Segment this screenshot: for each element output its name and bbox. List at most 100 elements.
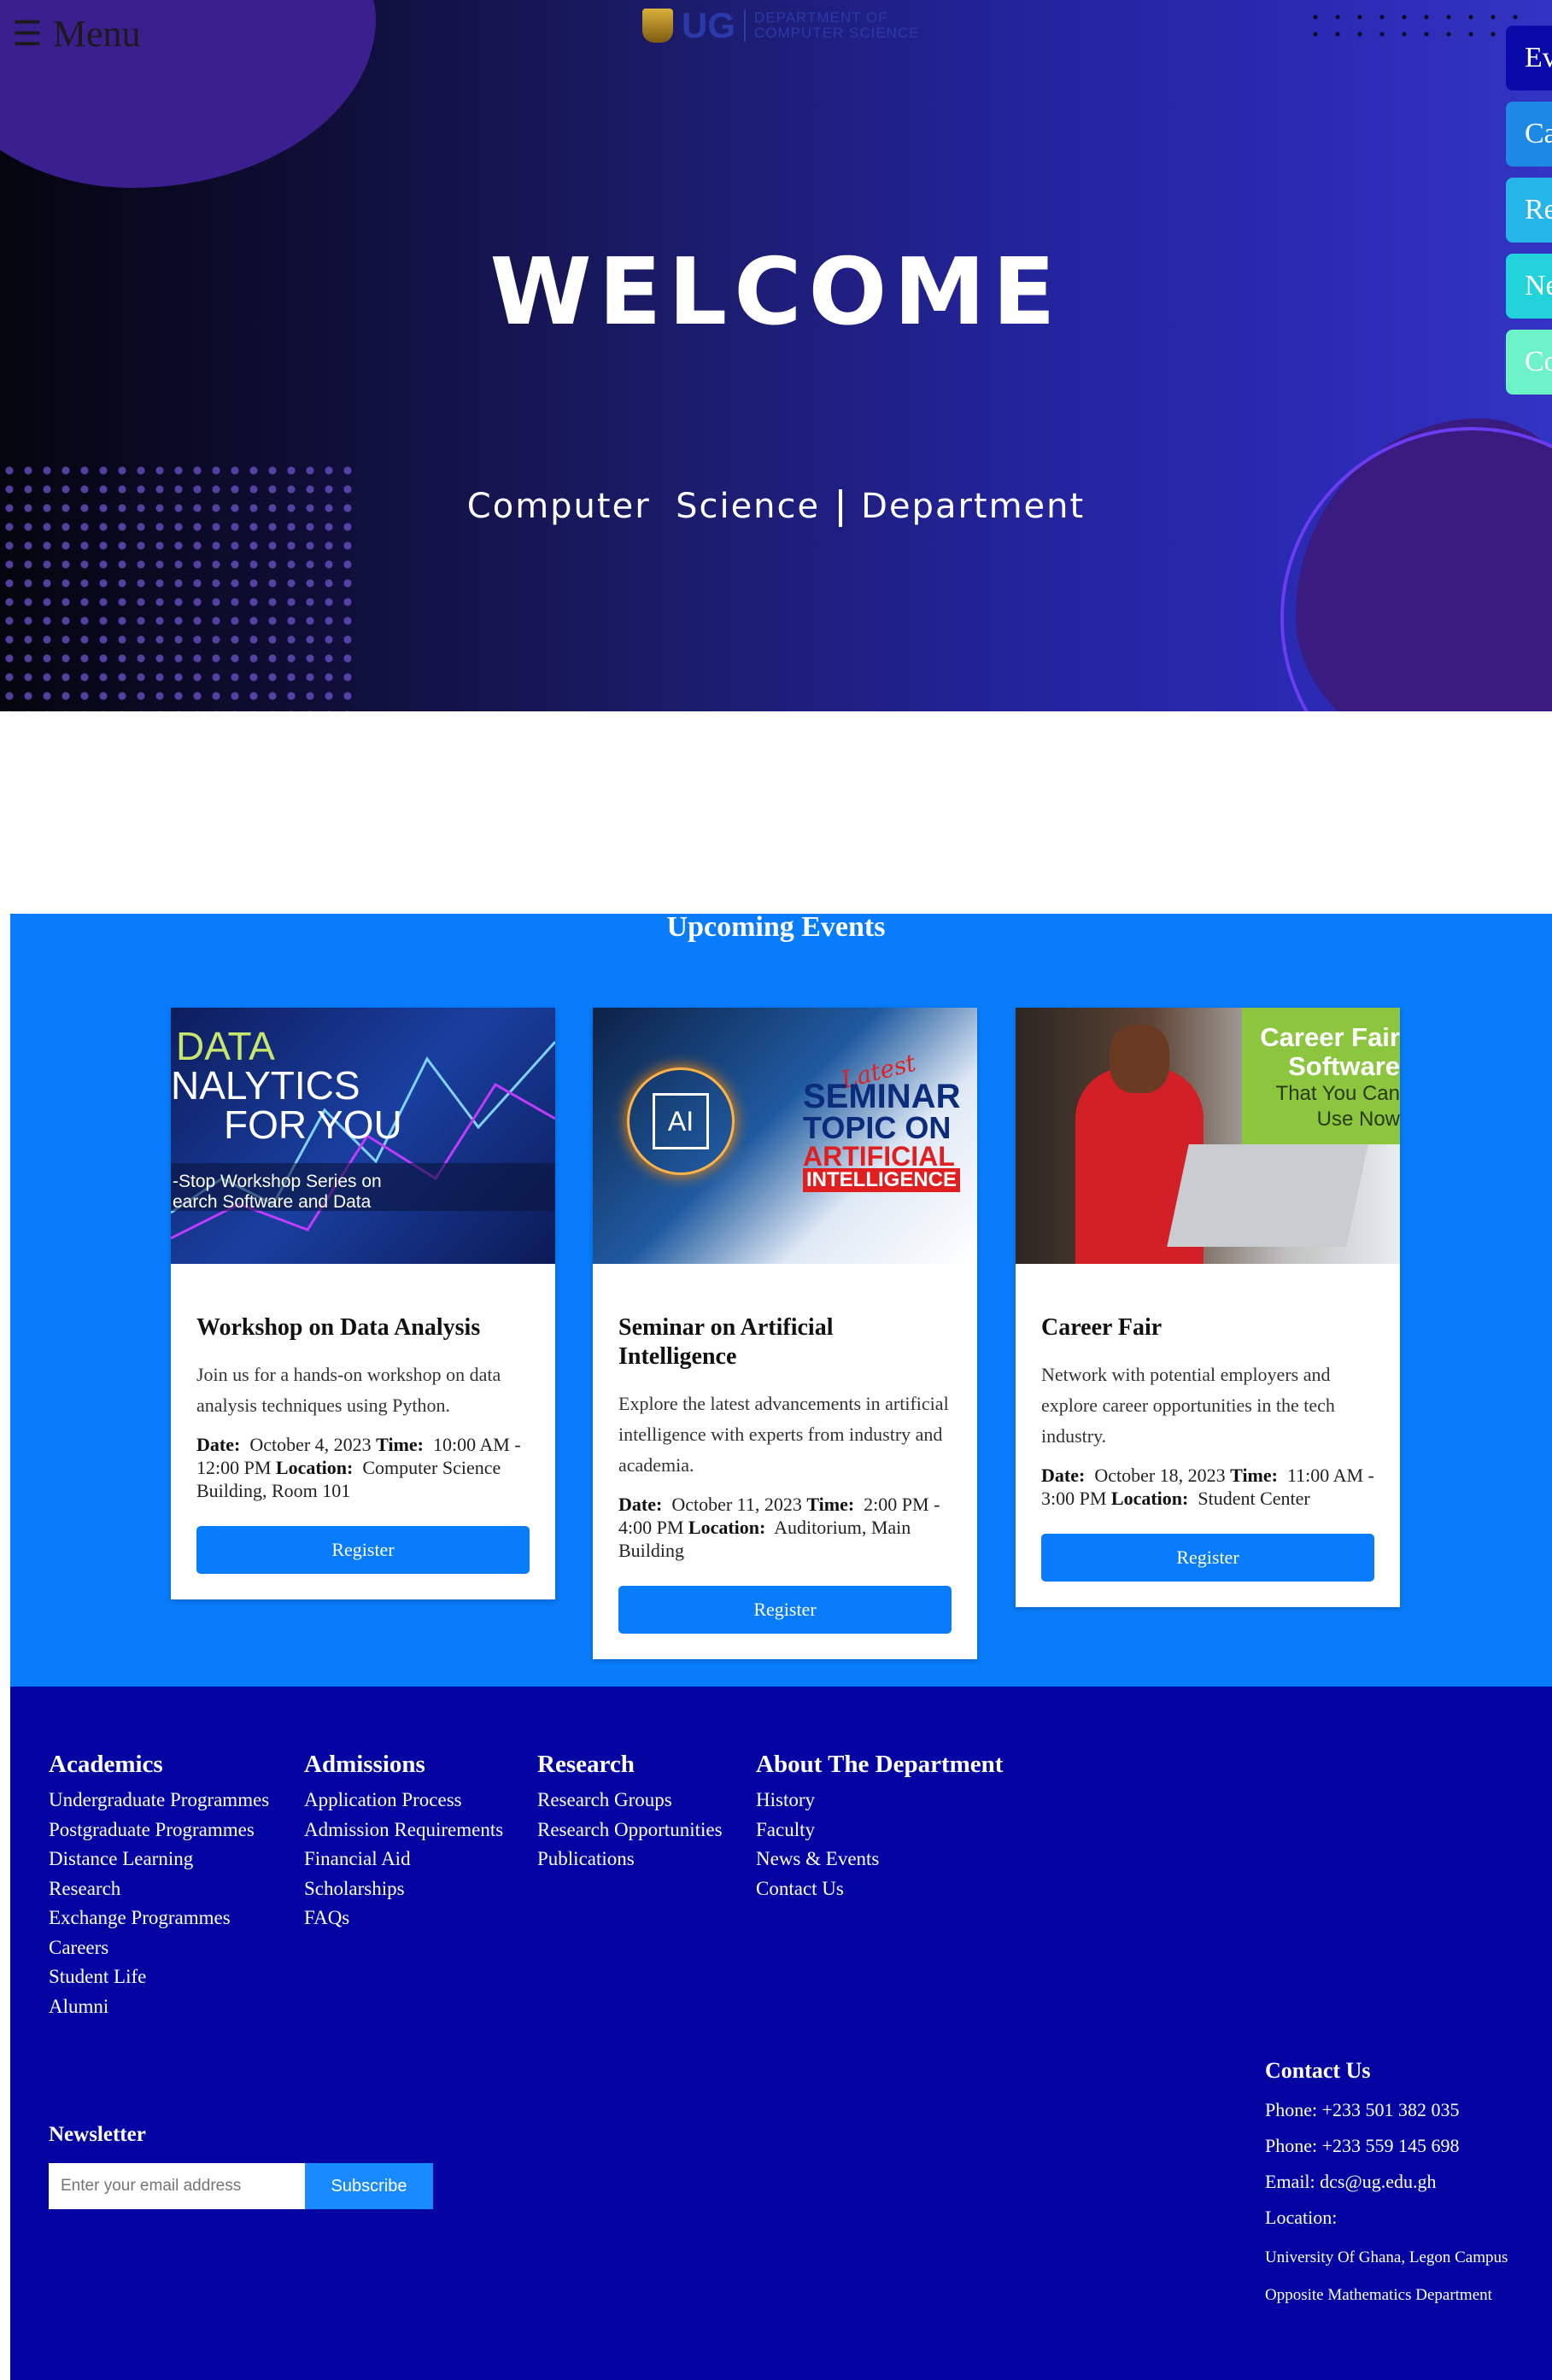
footer-link[interactable]: Student Life (49, 1962, 269, 1992)
register-button[interactable]: Register (196, 1526, 530, 1574)
footer-link[interactable]: Financial Aid (304, 1845, 503, 1874)
image-text-data: DATA (176, 1024, 275, 1068)
image-text-for-you: FOR YOU (224, 1102, 402, 1147)
side-tab-research[interactable]: Re (1506, 178, 1552, 243)
event-meta: Date: October 11, 2023 Time: 2:00 PM - 4… (618, 1493, 952, 1562)
footer-contact: Contact Us Phone: +233 501 382 035 Phone… (1265, 2058, 1538, 2306)
subscribe-button[interactable]: Subscribe (305, 2163, 433, 2209)
side-nav-tabs: Ev Ca Re Ne Co (1506, 26, 1552, 406)
contact-title: Contact Us (1265, 2058, 1371, 2083)
event-card: Career Fair Software That You Can Use No… (1016, 1008, 1400, 1607)
side-tab-events[interactable]: Ev (1506, 26, 1552, 91)
footer-link[interactable]: Distance Learning (49, 1845, 269, 1874)
date-label: Date: (618, 1494, 663, 1515)
time-label: Time: (1230, 1465, 1278, 1486)
event-date: October 4, 2023 (249, 1434, 372, 1455)
logo-dept-text: DEPARTMENT OF COMPUTER SCIENCE (754, 10, 920, 41)
footer-link[interactable]: History (756, 1786, 1003, 1816)
footer-link[interactable]: Research Opportunities (537, 1816, 723, 1845)
footer-link[interactable]: Research (49, 1874, 269, 1904)
footer-link[interactable]: News & Events (756, 1845, 1003, 1874)
newsletter-title: Newsletter (49, 2123, 146, 2146)
contact-address-1: University Of Ghana, Legon Campus (1265, 2248, 1508, 2266)
footer-link[interactable]: Postgraduate Programmes (49, 1816, 269, 1845)
events-heading: Upcoming Events (666, 911, 886, 943)
event-location: Student Center (1198, 1488, 1310, 1509)
image-text-intelligence: INTELLIGENCE (803, 1168, 961, 1192)
logo-dept-line1: DEPARTMENT OF (754, 9, 888, 26)
event-title: Seminar on Artificial Intelligence (618, 1314, 834, 1370)
hero-subtitle-right: Department (861, 487, 1086, 526)
menu-button[interactable]: ☰ Menu (12, 12, 141, 56)
event-description: Join us for a hands-on workshop on data … (196, 1364, 501, 1416)
event-image-data-analytics: DATA NALYTICS FOR YOU -Stop Workshop Ser… (171, 1008, 555, 1264)
image-text-career-fair: Career Fair Software (1243, 1023, 1400, 1081)
event-description: Network with potential employers and exp… (1041, 1364, 1335, 1447)
footer-link[interactable]: Publications (537, 1845, 723, 1874)
footer-link[interactable]: Research Groups (537, 1786, 723, 1816)
menu-label: Menu (52, 13, 141, 55)
side-tab-news[interactable]: Ne (1506, 254, 1552, 319)
decorative-dots (1304, 9, 1518, 43)
location-label: Location: (1110, 1488, 1189, 1509)
newsletter-email-input[interactable] (49, 2163, 305, 2209)
event-card: DATA NALYTICS FOR YOU -Stop Workshop Ser… (171, 1008, 555, 1599)
image-text-analytics: NALYTICS (171, 1063, 360, 1108)
time-label: Time: (806, 1494, 855, 1515)
event-description: Explore the latest advancements in artif… (618, 1393, 949, 1476)
department-logo[interactable]: UG DEPARTMENT OF COMPUTER SCIENCE (642, 5, 920, 46)
side-tab-careers[interactable]: Ca (1506, 102, 1552, 167)
event-date: October 11, 2023 (671, 1494, 802, 1515)
footer-link[interactable]: Admission Requirements (304, 1816, 503, 1845)
logo-divider (744, 9, 746, 42)
event-image-ai-seminar: AI Latest SEMINAR TOPIC ON ARTIFICIAL IN… (593, 1008, 977, 1264)
event-image-career-fair: Career Fair Software That You Can Use No… (1016, 1008, 1400, 1264)
footer-link[interactable]: Alumni (49, 1992, 269, 2022)
contact-phone-1: Phone: +233 501 382 035 (1265, 2099, 1460, 2120)
contact-address-2: Opposite Mathematics Department (1265, 2286, 1492, 2304)
logo-dept-line2: COMPUTER SCIENCE (754, 25, 920, 41)
hero-banner (0, 0, 1552, 711)
hero-title: WELCOME (489, 239, 1063, 346)
side-tab-contact[interactable]: Co (1506, 330, 1552, 395)
contact-location-label: Location: (1265, 2207, 1338, 2228)
image-caption: -Stop Workshop Series on earch Software … (173, 1172, 382, 1212)
image-text-line: That You Can (1275, 1082, 1400, 1105)
footer-link[interactable]: Faculty (756, 1816, 1003, 1845)
location-label: Location: (688, 1517, 766, 1538)
logo-ug-text: UG (682, 5, 735, 45)
footer-column-academics: Academics Undergraduate Programmes Postg… (49, 1751, 269, 2021)
date-label: Date: (1041, 1465, 1086, 1486)
register-button[interactable]: Register (618, 1586, 952, 1634)
location-label: Location: (275, 1457, 354, 1478)
image-text-line: Software (1288, 1051, 1400, 1081)
image-text-tagline: That You Can Use Now (1243, 1081, 1400, 1132)
university-crest-icon (642, 9, 673, 43)
hamburger-icon: ☰ (12, 15, 43, 53)
ai-chip-icon: AI (653, 1093, 709, 1149)
decorative-ring (1280, 427, 1552, 711)
subtitle-divider (839, 489, 843, 527)
footer-column-about: About The Department History Faculty New… (756, 1751, 1003, 1903)
hero-subtitle: Computer Science Department (0, 487, 1552, 527)
footer-link[interactable]: Application Process (304, 1786, 503, 1816)
event-title: Workshop on Data Analysis (196, 1314, 481, 1341)
footer-link[interactable]: Contact Us (756, 1874, 1003, 1904)
time-label: Time: (376, 1434, 424, 1455)
image-text-line: Use Now (1316, 1108, 1400, 1131)
footer-column-research: Research Research Groups Research Opport… (537, 1751, 723, 1874)
event-meta: Date: October 18, 2023 Time: 11:00 AM - … (1041, 1464, 1374, 1510)
footer-link[interactable]: Undergraduate Programmes (49, 1786, 269, 1816)
event-card: AI Latest SEMINAR TOPIC ON ARTIFICIAL IN… (593, 1008, 977, 1659)
footer-column-title: Research (537, 1751, 635, 1778)
footer-column-admissions: Admissions Application Process Admission… (304, 1751, 503, 1933)
event-meta: Date: October 4, 2023 Time: 10:00 AM - 1… (196, 1433, 530, 1502)
register-button[interactable]: Register (1041, 1534, 1374, 1582)
image-text-line: Career Fair (1260, 1022, 1400, 1052)
footer-link[interactable]: Careers (49, 1933, 269, 1963)
footer-column-title: About The Department (756, 1751, 1004, 1778)
date-label: Date: (196, 1434, 241, 1455)
footer-link[interactable]: FAQs (304, 1903, 503, 1933)
footer-link[interactable]: Exchange Programmes (49, 1903, 269, 1933)
footer-link[interactable]: Scholarships (304, 1874, 503, 1904)
